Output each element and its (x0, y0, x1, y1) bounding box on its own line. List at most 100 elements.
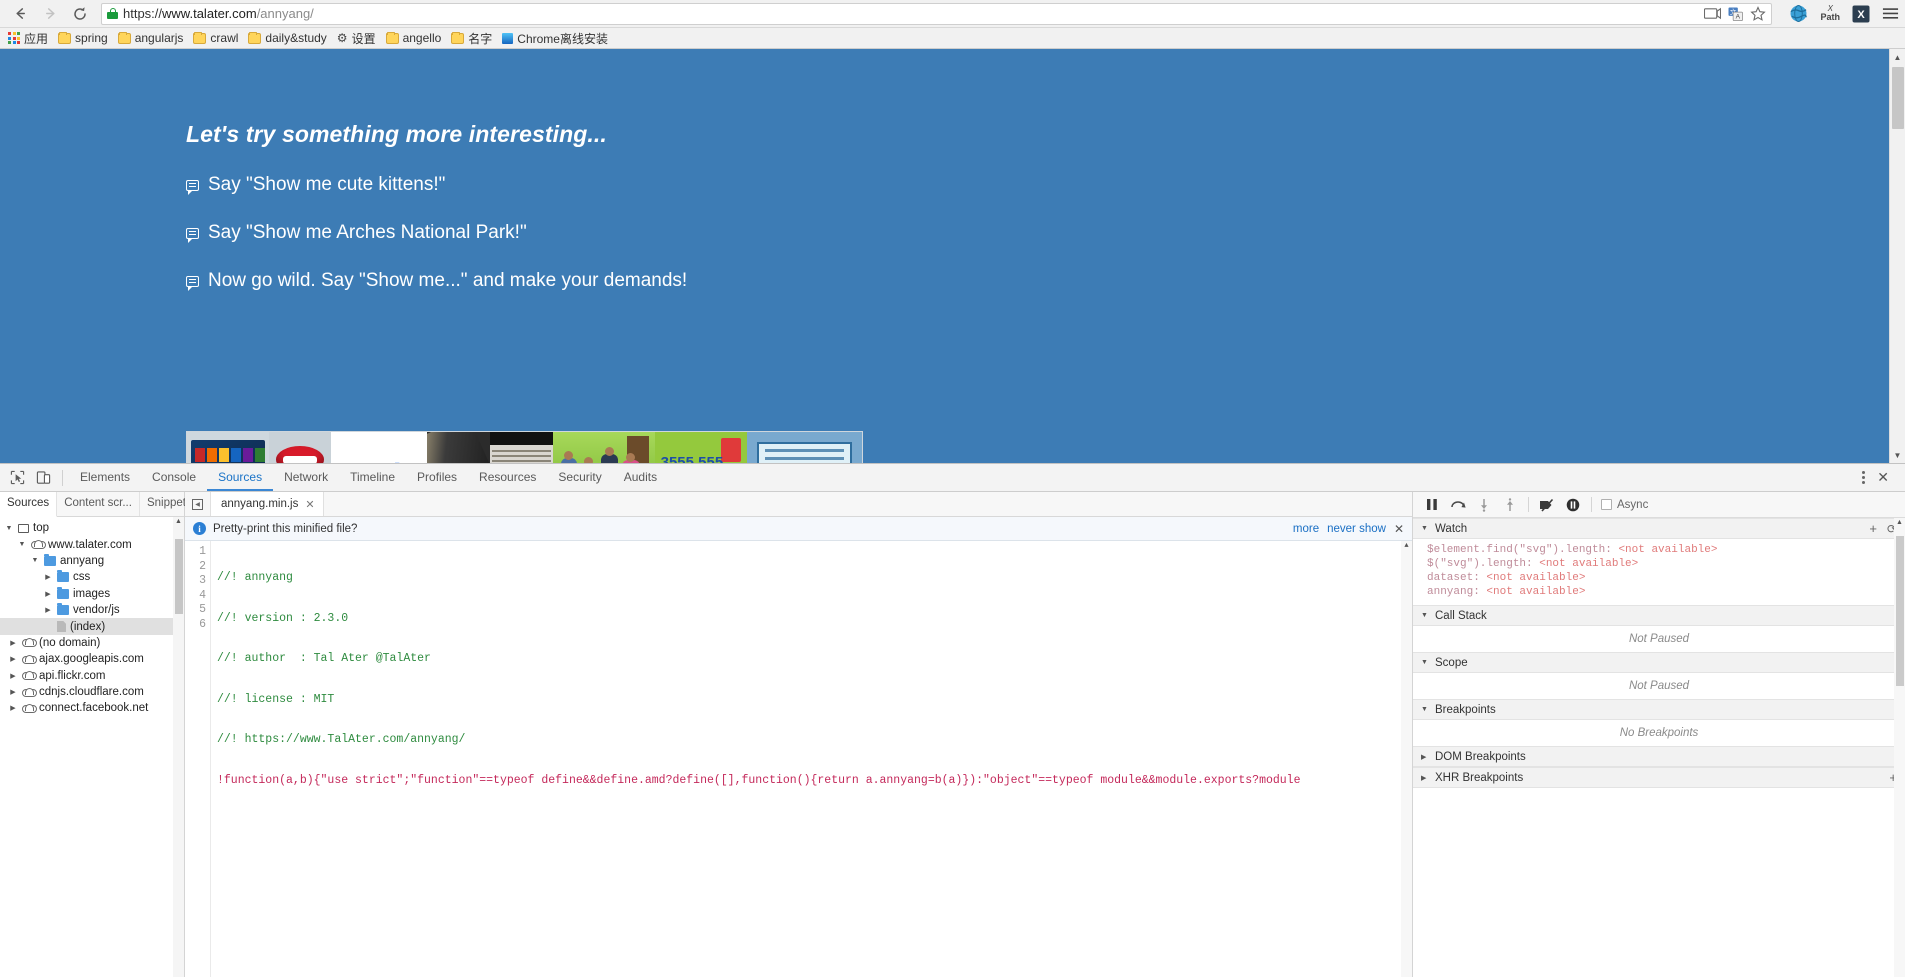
translate-icon[interactable]: 文A (1728, 7, 1744, 21)
twisty-icon[interactable]: ▼ (4, 525, 14, 532)
tree-item-api-flickr[interactable]: ▶ api.flickr.com (0, 668, 184, 684)
section-header-watch[interactable]: ▼ Watch + ⟳ (1413, 518, 1905, 539)
apps-shortcut[interactable]: 应用 (4, 29, 53, 48)
tree-item-no-domain[interactable]: ▶ (no domain) (0, 635, 184, 651)
async-toggle[interactable]: Async (1601, 499, 1648, 511)
section-header-call-stack[interactable]: ▼ Call Stack (1413, 605, 1905, 626)
bookmark-angello[interactable]: angello (382, 30, 447, 46)
result-thumbnail[interactable] (552, 432, 655, 463)
step-out-icon[interactable] (1497, 494, 1523, 516)
twisty-icon[interactable]: ▶ (8, 688, 18, 696)
twisty-icon[interactable]: ▶ (43, 590, 53, 598)
watch-expression[interactable]: $("svg").length: <not available> (1427, 557, 1905, 571)
code-content[interactable]: //! annyang //! version : 2.3.0 //! auth… (211, 541, 1412, 977)
tab-elements[interactable]: Elements (69, 464, 141, 491)
scroll-thumb[interactable] (1895, 536, 1904, 686)
scroll-thumb[interactable] (1892, 67, 1904, 129)
page-scrollbar[interactable]: ▲ ▼ (1889, 49, 1905, 463)
result-thumbnail[interactable]: 3555 555 (747, 432, 862, 463)
pause-on-exceptions-icon[interactable] (1560, 494, 1586, 516)
result-thumbnail[interactable] (427, 432, 491, 463)
dismiss-infobar-icon[interactable]: ✕ (1394, 522, 1404, 536)
result-thumbnail[interactable] (490, 432, 553, 463)
forward-button[interactable] (36, 2, 64, 26)
result-thumbnail[interactable] (268, 432, 331, 463)
async-checkbox[interactable] (1601, 499, 1612, 510)
tree-item-talater[interactable]: ▼ www.talater.com (0, 536, 184, 552)
reload-button[interactable] (66, 2, 94, 26)
watch-expression[interactable]: $element.find("svg").length: <not availa… (1427, 543, 1905, 557)
scroll-down-arrow[interactable]: ▼ (1890, 447, 1905, 463)
chevron-down-icon[interactable]: ▼ (1421, 612, 1429, 619)
inspect-element-icon[interactable] (4, 466, 30, 490)
scroll-up-arrow[interactable]: ▲ (1894, 519, 1905, 526)
close-devtools-icon[interactable]: ✕ (1875, 469, 1899, 486)
show-navigator-icon[interactable]: ◀ (185, 492, 211, 516)
tab-resources[interactable]: Resources (468, 464, 547, 491)
more-options-icon[interactable] (1854, 471, 1873, 484)
tree-item-annyang[interactable]: ▼ annyang (0, 553, 184, 569)
watch-expression[interactable]: dataset: <not available> (1427, 571, 1905, 585)
step-into-icon[interactable] (1471, 494, 1497, 516)
scroll-up-arrow[interactable]: ▲ (1890, 49, 1905, 65)
tab-audits[interactable]: Audits (613, 464, 668, 491)
tab-console[interactable]: Console (141, 464, 207, 491)
tab-profiles[interactable]: Profiles (406, 464, 468, 491)
tree-item-cdnjs-cloudflare[interactable]: ▶ cdnjs.cloudflare.com (0, 684, 184, 700)
more-link[interactable]: more (1293, 523, 1319, 535)
debugger-vertical-scrollbar[interactable]: ▲ ▼ (1894, 518, 1905, 977)
section-header-breakpoints[interactable]: ▼ Breakpoints (1413, 699, 1905, 720)
bookmark-star-icon[interactable] (1750, 5, 1767, 22)
tree-item-top[interactable]: ▼ top (0, 520, 184, 536)
tab-security[interactable]: Security (547, 464, 612, 491)
pause-icon[interactable] (1419, 494, 1445, 516)
editor-tab-annyang-min-js[interactable]: annyang.min.js ✕ (211, 492, 324, 516)
twisty-icon[interactable]: ▶ (8, 639, 18, 647)
result-thumbnail[interactable] (187, 432, 269, 463)
menu-icon[interactable] (1882, 6, 1899, 21)
tab-sources[interactable]: Sources (207, 464, 274, 491)
scroll-up-arrow[interactable]: ▲ (1401, 542, 1412, 550)
watch-expression[interactable]: annyang: <not available> (1427, 585, 1905, 599)
address-bar[interactable]: https://www.talater.com/annyang/ 文A (101, 2, 1773, 25)
nav-tab-sources[interactable]: Sources (0, 492, 58, 517)
section-header-scope[interactable]: ▼ Scope (1413, 652, 1905, 673)
result-thumbnail[interactable]: Google (330, 432, 428, 463)
tree-item-connect-facebook[interactable]: ▶ connect.facebook.net (0, 700, 184, 716)
editor-vertical-scrollbar[interactable]: ▲ ▼ (1401, 541, 1412, 977)
close-icon[interactable]: ✕ (305, 498, 314, 511)
x-extension-icon[interactable]: X (1852, 5, 1870, 23)
xpath-extension-icon[interactable]: X Path (1820, 5, 1840, 22)
twisty-icon[interactable]: ▶ (8, 655, 18, 663)
twisty-icon[interactable]: ▼ (30, 557, 40, 564)
add-watch-icon[interactable]: + (1869, 521, 1877, 536)
chevron-down-icon[interactable]: ▼ (1421, 706, 1429, 713)
globe-extension-icon[interactable] (1789, 4, 1808, 23)
twisty-icon[interactable]: ▶ (43, 606, 53, 614)
twisty-icon[interactable]: ▼ (17, 541, 27, 548)
chevron-down-icon[interactable]: ▼ (1421, 525, 1429, 532)
section-header-xhr-breakpoints[interactable]: ▶ XHR Breakpoints + (1413, 767, 1905, 788)
tab-timeline[interactable]: Timeline (339, 464, 406, 491)
tree-item-ajax-googleapis[interactable]: ▶ ajax.googleapis.com (0, 651, 184, 667)
code-editor[interactable]: 1 2 3 4 5 6 //! annyang //! version : 2.… (185, 541, 1412, 977)
device-toolbar-icon[interactable] (30, 466, 56, 490)
twisty-icon[interactable]: ▶ (8, 672, 18, 680)
chevron-down-icon[interactable]: ▼ (1421, 659, 1429, 666)
twisty-icon[interactable]: ▶ (43, 573, 53, 581)
bookmark-spring[interactable]: spring (54, 30, 113, 46)
chevron-right-icon[interactable]: ▶ (1421, 774, 1429, 782)
bookmark-settings[interactable]: ⚙ 设置 (333, 29, 381, 48)
tree-item-index[interactable]: (index) (0, 618, 184, 635)
navigator-vertical-scrollbar[interactable]: ▲ ▼ (173, 517, 184, 977)
twisty-icon[interactable]: ▶ (8, 704, 18, 712)
step-over-icon[interactable] (1445, 494, 1471, 516)
back-button[interactable] (6, 2, 34, 26)
deactivate-breakpoints-icon[interactable] (1534, 494, 1560, 516)
section-header-dom-breakpoints[interactable]: ▶ DOM Breakpoints (1413, 746, 1905, 767)
chevron-right-icon[interactable]: ▶ (1421, 753, 1429, 761)
tree-item-vendor-js[interactable]: ▶ vendor/js (0, 602, 184, 618)
bookmark-crawl[interactable]: crawl (189, 30, 243, 46)
bookmark-chrome-offline[interactable]: Chrome离线安装 (498, 29, 613, 48)
result-thumbnail[interactable]: 3555 555 (654, 432, 748, 463)
